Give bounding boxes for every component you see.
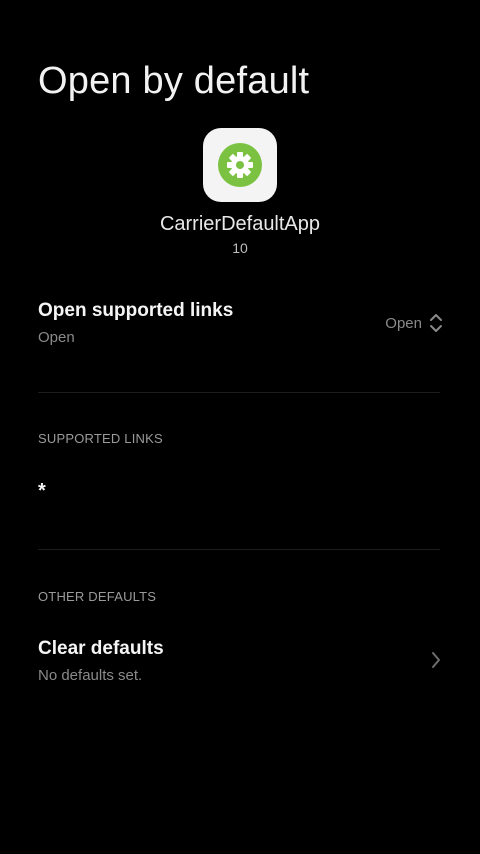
divider [38,392,440,393]
app-icon [203,128,277,202]
up-down-arrows-icon[interactable] [429,312,443,334]
app-name: CarrierDefaultApp [159,213,321,235]
clear-defaults-row[interactable]: Clear defaults No defaults set. [0,628,480,698]
supported-links-header: SUPPORTED LINKS [38,431,163,446]
open-supported-links-row[interactable]: Open supported links Open Open [0,290,480,370]
open-supported-links-title: Open supported links [38,300,234,321]
clear-defaults-title: Clear defaults [38,638,164,659]
chevron-right-icon [432,652,440,668]
clear-defaults-subtitle: No defaults set. [38,667,143,684]
open-links-selected-value[interactable]: Open [385,315,422,332]
page-title: Open by default [38,60,310,102]
gear-settings-icon [218,143,262,187]
other-defaults-header: OTHER DEFAULTS [38,589,157,604]
supported-link-item: * [38,480,46,502]
app-version: 10 [232,240,248,256]
divider [38,549,440,550]
open-supported-links-subtitle: Open [38,329,75,346]
